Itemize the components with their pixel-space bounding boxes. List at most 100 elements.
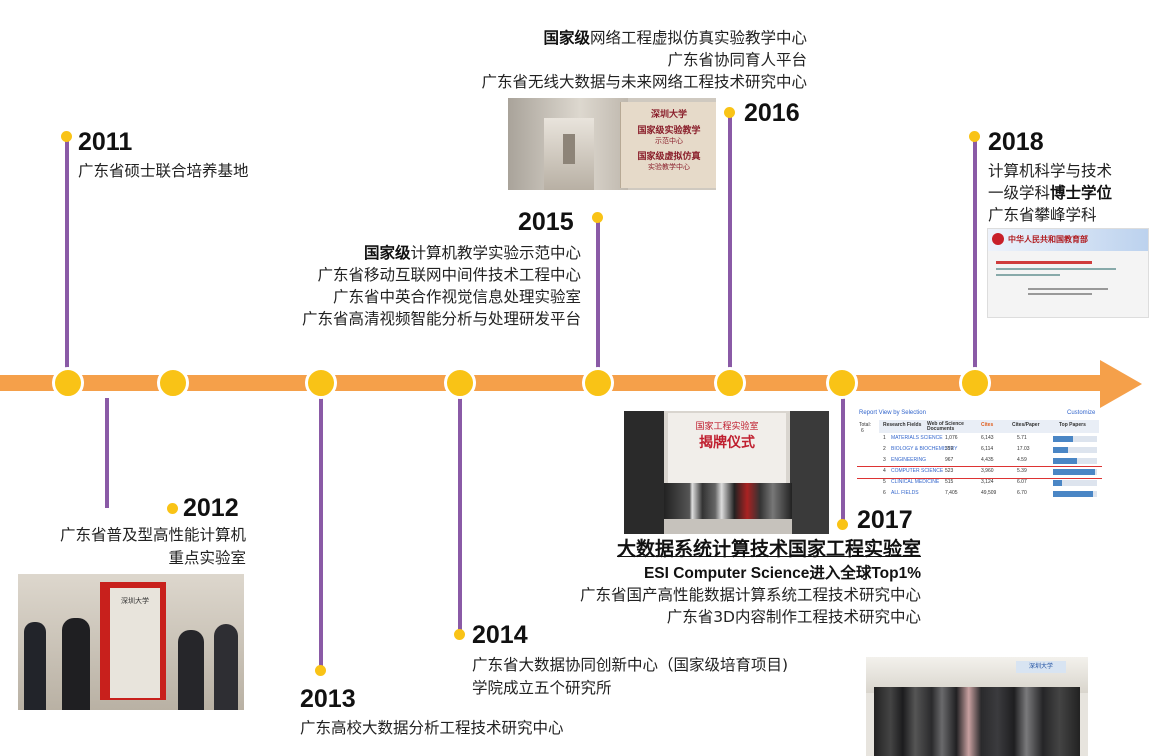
sign-line2: 示范中心 bbox=[655, 137, 683, 145]
esi-table-row: 5 CLINICAL MEDICINE 515 3,124 6.07 bbox=[857, 478, 1102, 489]
esi-cell-cites: 6,114 bbox=[981, 446, 994, 452]
esi-top-papers-bar bbox=[1053, 480, 1097, 486]
stem-2015 bbox=[596, 220, 600, 377]
esi-top-papers-fill bbox=[1053, 480, 1062, 486]
esi-title: Report View by Selection bbox=[859, 410, 926, 416]
dot-2013 bbox=[315, 665, 326, 676]
stem-2017 bbox=[841, 398, 845, 524]
esi-cell-docs: 1,076 bbox=[945, 435, 958, 441]
node-2013 bbox=[305, 367, 337, 399]
year-2011: 2011 bbox=[78, 128, 133, 156]
sign-line1: 国家级实验教学 bbox=[637, 126, 701, 136]
esi-table-row: 6 ALL FIELDS 7,405 49,509 6.70 bbox=[857, 489, 1102, 500]
text-2018-line1: 计算机科学与技术 bbox=[988, 162, 1113, 180]
esi-top-papers-fill bbox=[1053, 447, 1068, 453]
esi-top-papers-fill bbox=[1053, 458, 1077, 464]
node-2015 bbox=[582, 367, 614, 399]
esi-cell-rank: 5 bbox=[883, 479, 886, 485]
year-2012: 2012 bbox=[183, 494, 239, 522]
group-sign: 深圳大学 bbox=[1028, 663, 1053, 670]
stem-2014 bbox=[458, 398, 462, 634]
text-2016-line3: 广东省无线大数据与未来网络工程技术研究中心 bbox=[481, 73, 807, 91]
esi-col-top: Top Papers bbox=[1059, 422, 1086, 428]
text-2015-line3: 广东省中英合作视觉信息处理实验室 bbox=[332, 288, 581, 306]
text-2015-line1: 国家级计算机教学实验示范中心 bbox=[364, 242, 581, 264]
photo-2018-moe-webpage: 中华人民共和国教育部 bbox=[987, 228, 1149, 318]
esi-cell-cites: 3,960 bbox=[981, 468, 994, 474]
esi-cell-field: COMPUTER SCIENCE bbox=[891, 468, 944, 474]
photo-2017-group: 深圳大学 bbox=[866, 657, 1088, 756]
esi-top-papers-bar bbox=[1053, 491, 1097, 497]
moe-header: 中华人民共和国教育部 bbox=[1008, 235, 1088, 244]
sign-title: 深圳大学 bbox=[650, 110, 687, 120]
esi-cell-cites: 3,124 bbox=[981, 479, 994, 485]
text-2018-line3: 广东省攀峰学科 bbox=[988, 206, 1097, 224]
esi-table-row: 3 ENGINEERING 967 4,435 4.59 bbox=[857, 456, 1102, 467]
text-2018-line2: 一级学科博士学位 bbox=[988, 182, 1112, 204]
esi-cell-field: ENGINEERING bbox=[891, 457, 927, 463]
text-2012-line1: 广东省普及型高性能计算机 bbox=[59, 526, 246, 544]
esi-cell-docs: 515 bbox=[945, 479, 954, 485]
stem-2011 bbox=[65, 137, 69, 377]
text-2011-line1: 广东省硕士联合培养基地 bbox=[78, 162, 249, 180]
esi-cell-field: ALL FIELDS bbox=[891, 490, 919, 496]
dot-2014 bbox=[454, 629, 465, 640]
esi-col-docs: Web of Science Documents bbox=[927, 421, 964, 432]
esi-cell-cpp: 5.71 bbox=[1017, 435, 1027, 441]
esi-cell-docs: 359 bbox=[945, 446, 954, 452]
stem-2018 bbox=[973, 137, 977, 377]
text-2013-line1: 广东高校大数据分析工程技术研究中心 bbox=[300, 719, 564, 737]
esi-top-papers-bar bbox=[1053, 447, 1097, 453]
esi-cell-rank: 6 bbox=[883, 490, 886, 496]
text-2017-esi: ESI Computer Science进入全球Top1% bbox=[643, 565, 921, 582]
esi-cell-rank: 4 bbox=[883, 468, 886, 474]
text-2015-line4: 广东省高清视频智能分析与处理研发平台 bbox=[301, 310, 581, 328]
esi-cell-docs: 967 bbox=[945, 457, 954, 463]
node-2018 bbox=[959, 367, 991, 399]
timeline-arrowhead bbox=[1100, 360, 1142, 408]
ceremony-subtitle: 揭牌仪式 bbox=[699, 435, 755, 451]
esi-cell-docs: 523 bbox=[945, 468, 954, 474]
text-2018-line2-pre: 一级学科 bbox=[988, 184, 1051, 202]
text-2016-line2: 广东省协同育人平台 bbox=[667, 51, 807, 69]
esi-col-cpp: Cites/Paper bbox=[1012, 422, 1040, 428]
esi-cell-rank: 2 bbox=[883, 446, 886, 452]
esi-col-field: Research Fields bbox=[883, 422, 922, 428]
dot-2012 bbox=[167, 503, 178, 514]
moe-emblem bbox=[992, 233, 1004, 245]
esi-cell-cpp: 4.59 bbox=[1017, 457, 1027, 463]
text-2012-line2: 重点实验室 bbox=[168, 549, 246, 567]
esi-top-papers-fill bbox=[1053, 491, 1093, 497]
node-2011 bbox=[52, 367, 84, 399]
text-2015-level: 国家级 bbox=[363, 244, 411, 262]
year-2016: 2016 bbox=[744, 99, 800, 127]
dot-2015 bbox=[592, 212, 603, 223]
plaque-title: 深圳大学 bbox=[121, 597, 149, 605]
text-2016-level: 国家级 bbox=[543, 29, 590, 47]
esi-cell-cpp: 5.39 bbox=[1017, 468, 1027, 474]
year-2014: 2014 bbox=[472, 621, 528, 649]
esi-top-papers-bar bbox=[1053, 469, 1097, 475]
esi-cell-field: MATERIALS SCIENCE bbox=[891, 435, 943, 441]
year-2013: 2013 bbox=[300, 685, 356, 713]
photo-2012-plaque-unveiling: 深圳大学 bbox=[18, 574, 244, 710]
esi-top-papers-bar bbox=[1053, 458, 1097, 464]
esi-cell-docs: 7,405 bbox=[945, 490, 958, 496]
node-2016 bbox=[714, 367, 746, 399]
esi-cell-field: CLINICAL MEDICINE bbox=[891, 479, 940, 485]
esi-table-row: 2 BIOLOGY & BIOCHEMISTRY 359 6,114 17.03 bbox=[857, 445, 1102, 456]
node-2017 bbox=[826, 367, 858, 399]
stem-2012 bbox=[105, 398, 109, 508]
text-2018-degree: 博士学位 bbox=[1050, 184, 1113, 202]
text-2014-line1: 广东省大数据协同创新中心（国家级培育项目) bbox=[472, 656, 789, 674]
year-2015: 2015 bbox=[518, 208, 574, 236]
year-2017: 2017 bbox=[857, 506, 913, 534]
esi-table-row: 4 COMPUTER SCIENCE 523 3,960 5.39 bbox=[857, 466, 1102, 479]
esi-cell-cpp: 17.03 bbox=[1017, 446, 1030, 452]
dot-2011 bbox=[61, 131, 72, 142]
ceremony-title: 国家工程实验室 bbox=[695, 422, 759, 432]
esi-cell-cites: 6,143 bbox=[981, 435, 994, 441]
text-2016-line1: 国家级网络工程虚拟仿真实验教学中心 bbox=[543, 27, 807, 49]
esi-top-papers-bar bbox=[1053, 436, 1097, 442]
text-2015-line2: 广东省移动互联网中间件技术工程中心 bbox=[317, 266, 581, 284]
